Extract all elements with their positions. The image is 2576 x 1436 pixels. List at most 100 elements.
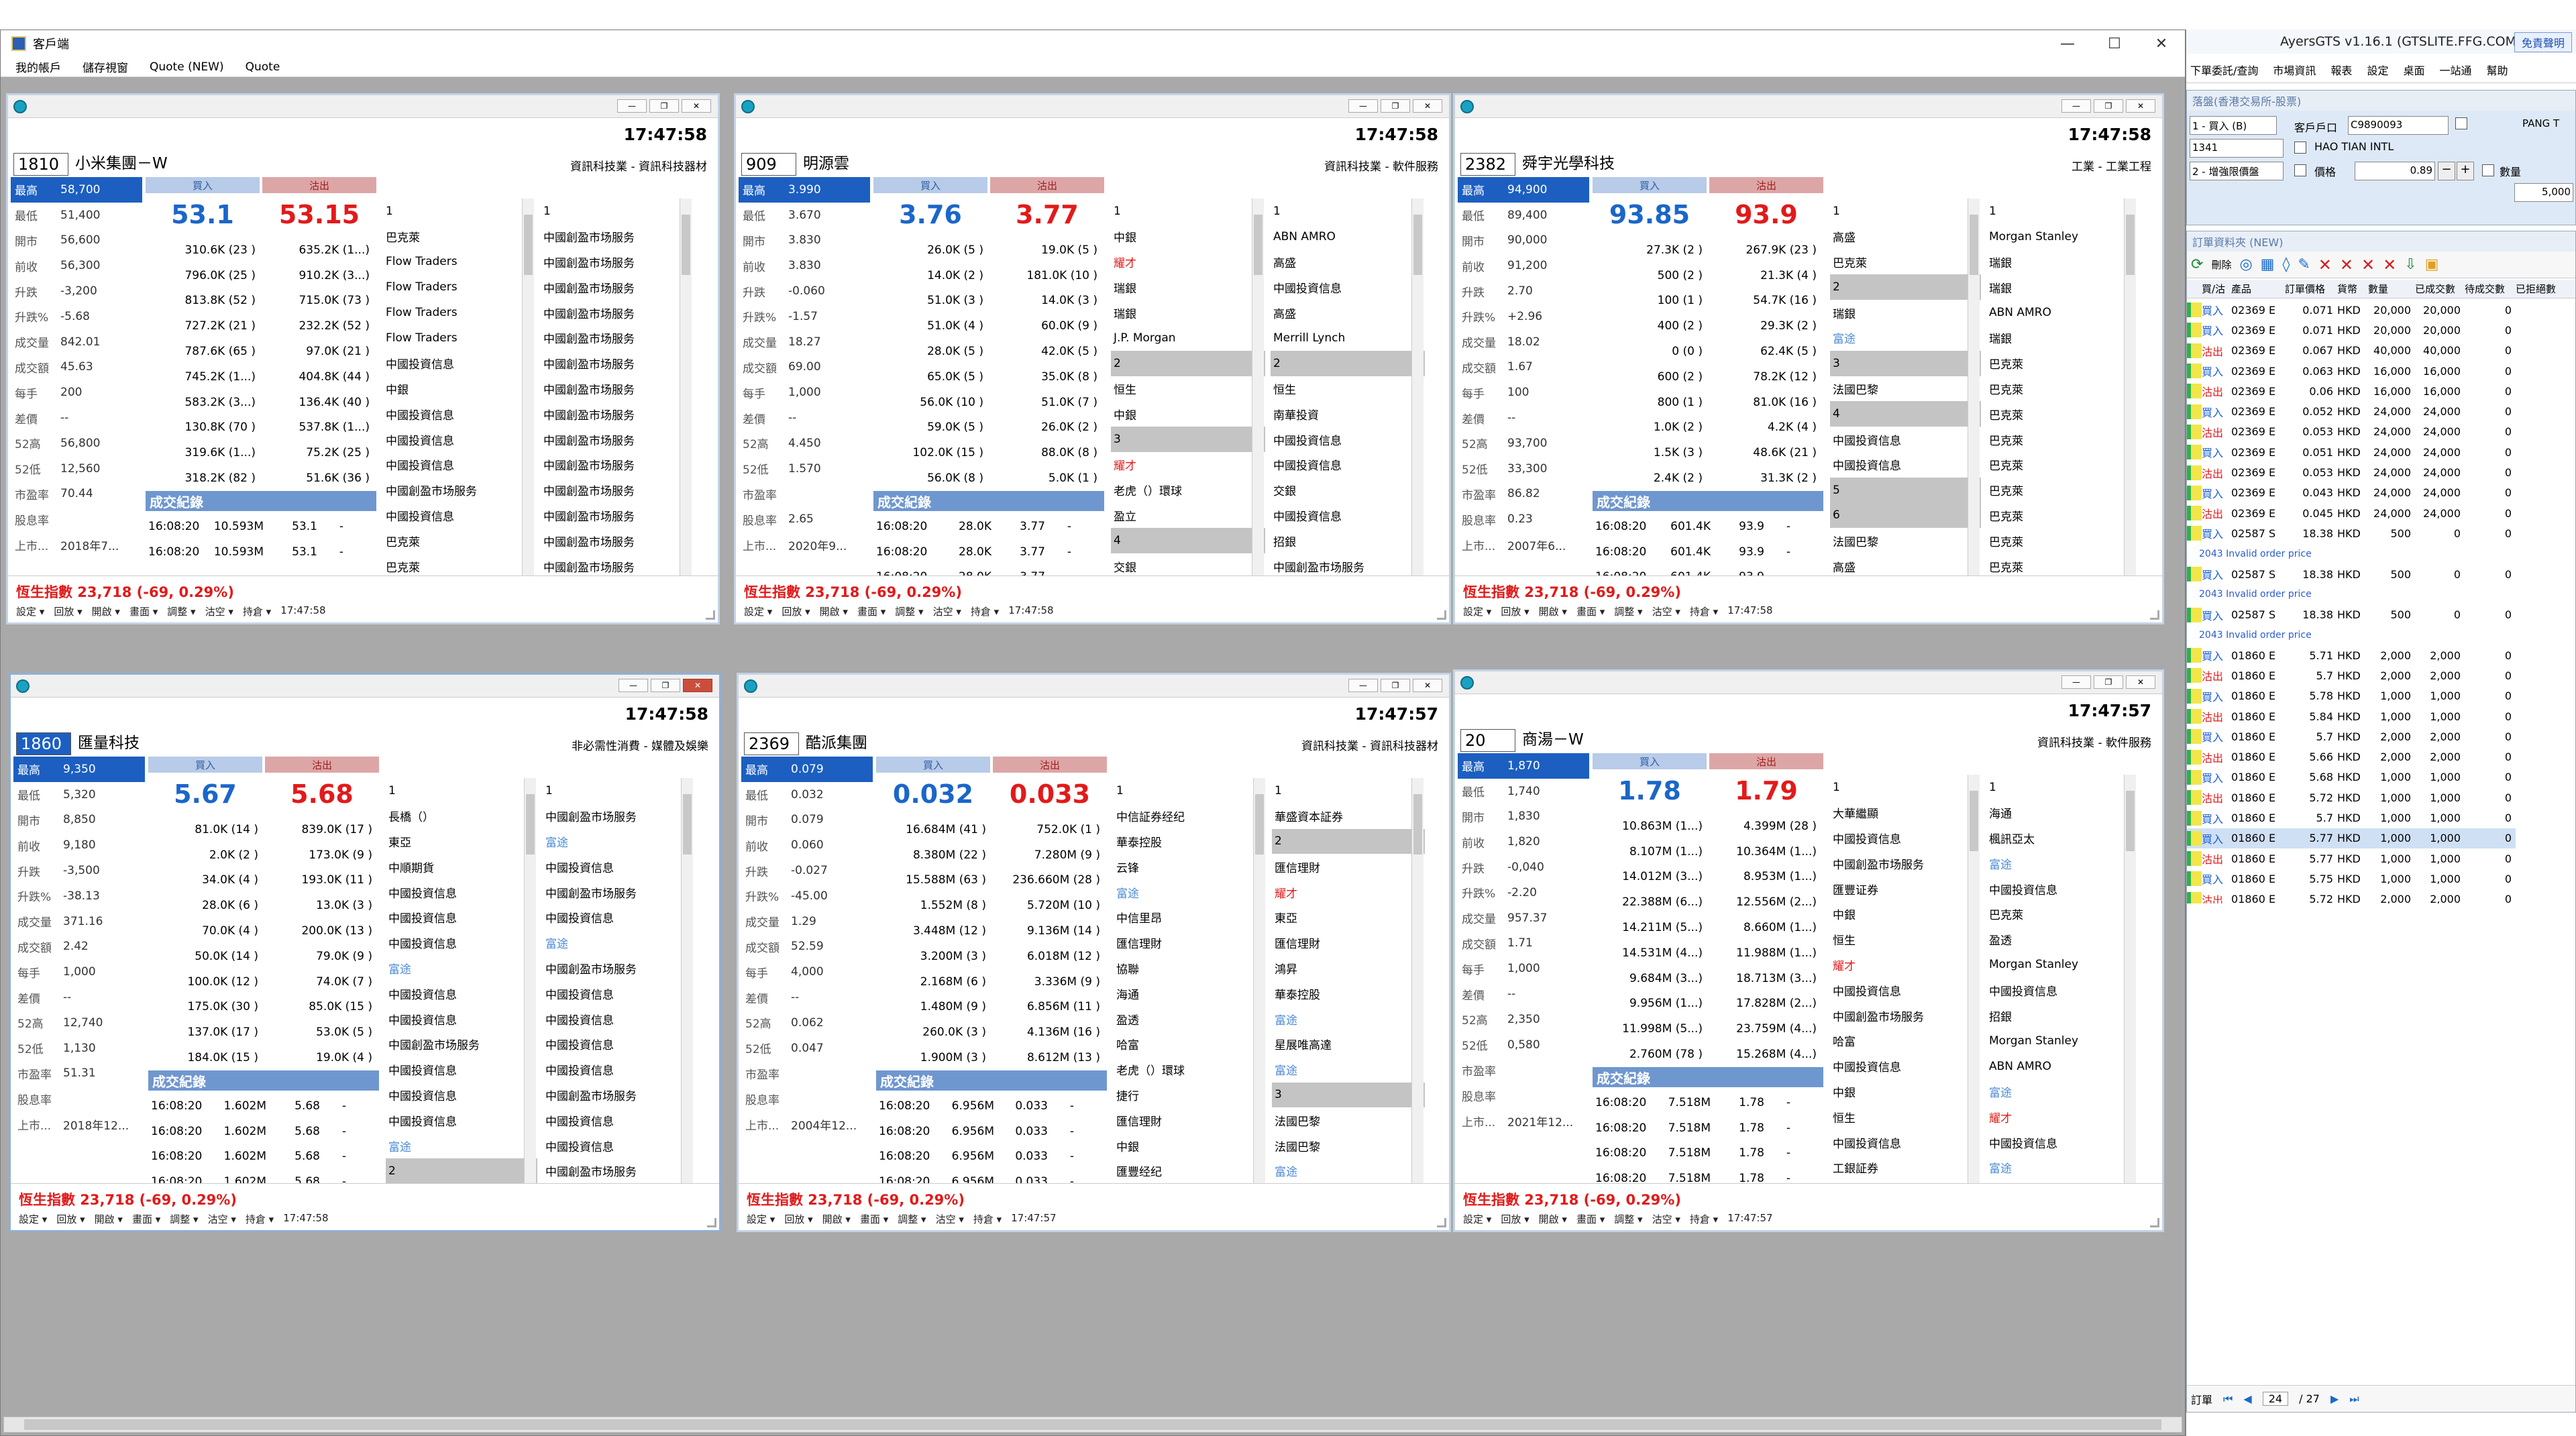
- broker-row[interactable]: 中國投資信息: [1986, 876, 2137, 901]
- broker-row[interactable]: 中國創盈市场服务: [541, 401, 693, 427]
- broker-row[interactable]: 中國投資信息: [543, 854, 694, 879]
- broker-row[interactable]: 高盛: [1271, 300, 1425, 325]
- broker-scrollbar[interactable]: [1968, 199, 1980, 575]
- broker-row[interactable]: 中國投資信息: [383, 401, 535, 427]
- broker-row[interactable]: 長橋（）: [386, 804, 537, 829]
- broker-row[interactable]: 交銀: [1271, 478, 1425, 503]
- order-row[interactable]: 買入 01860 E 5.77 HKD 1,000 1,000 0: [2187, 828, 2516, 849]
- broker-row[interactable]: 中國投資信息: [1271, 427, 1425, 452]
- cancel-buy-icon[interactable]: ✕: [2383, 256, 2396, 274]
- footer-tool[interactable]: 設定 ▾: [19, 1212, 47, 1226]
- broker-row[interactable]: 匯信理財: [1272, 854, 1425, 879]
- col-currency[interactable]: 貨幣: [2337, 282, 2368, 296]
- order-row[interactable]: 買入 02369 E 0.052 HKD 24,000 24,000 0: [2187, 401, 2516, 421]
- broker-row[interactable]: 恒生: [1830, 927, 1981, 952]
- broker-row[interactable]: 中國創盈市场服务: [541, 274, 693, 300]
- broker-row[interactable]: 中國創盈市场服务: [541, 427, 693, 452]
- broker-row[interactable]: 中國投資信息: [386, 905, 537, 930]
- order-row[interactable]: 沽出 01860 E 5.72 HKD 1,000 1,000 0: [2187, 787, 2516, 808]
- broker-row[interactable]: 瑞銀: [1111, 300, 1265, 325]
- maximize-button[interactable]: ❐: [651, 679, 680, 692]
- scroll-thumb[interactable]: [526, 794, 535, 854]
- broker-row[interactable]: 高盛: [1271, 250, 1425, 275]
- close-button[interactable]: ✕: [683, 679, 712, 692]
- side-menu-onestop[interactable]: 一站通: [2439, 62, 2471, 78]
- broker-row[interactable]: 中國創盈市场服务: [1271, 553, 1425, 575]
- bid-price[interactable]: 53.1: [146, 196, 260, 233]
- footer-tool[interactable]: 回放 ▾: [54, 604, 82, 618]
- broker-row[interactable]: 海通: [1986, 800, 2137, 826]
- broker-row[interactable]: 中國投資信息: [543, 981, 694, 1006]
- cancel-all-icon[interactable]: ✕: [2340, 256, 2353, 274]
- broker-row[interactable]: 中國創盈市场服务: [541, 300, 693, 325]
- broker-row[interactable]: 富途: [543, 930, 694, 956]
- minimize-button[interactable]: —: [2061, 675, 2091, 689]
- cancel-icon[interactable]: ✕: [2318, 256, 2332, 274]
- order-row[interactable]: 買入 01860 E 5.68 HKD 1,000 1,000 0: [2187, 767, 2516, 787]
- minimize-button[interactable]: —: [2044, 30, 2091, 57]
- broker-row[interactable]: 高盛: [1830, 553, 1981, 575]
- broker-row[interactable]: 瑞銀: [1111, 274, 1265, 300]
- col-rejected[interactable]: 已拒絕數: [2516, 282, 2565, 296]
- broker-row[interactable]: 中國投資信息: [1830, 1129, 1981, 1155]
- menu-my-account[interactable]: 我的帳戶: [15, 58, 61, 75]
- minimize-button[interactable]: —: [617, 99, 647, 113]
- scroll-thumb[interactable]: [683, 794, 692, 854]
- qty-input[interactable]: 5,000: [2514, 183, 2573, 202]
- side-menu-report[interactable]: 報表: [2330, 62, 2352, 78]
- ask-price[interactable]: 93.9: [1709, 196, 1823, 233]
- broker-row[interactable]: 中國投資信息: [543, 1006, 694, 1032]
- footer-tool[interactable]: 設定 ▾: [1463, 1212, 1491, 1226]
- broker-row[interactable]: 中國創盈市场服务: [1830, 850, 1981, 876]
- col-side[interactable]: 買/沽: [2202, 282, 2231, 296]
- broker-row[interactable]: 耀才: [1830, 952, 1981, 978]
- order-row[interactable]: 買入 02587 S 18.38 HKD 500 0 0: [2187, 523, 2516, 543]
- order-row[interactable]: 沽出 01860 E 5.72 HKD 2,000 2,000 0: [2187, 889, 2516, 903]
- ask-price[interactable]: 53.15: [262, 196, 376, 233]
- order-row[interactable]: 買入 01860 E 5.71 HKD 2,000 2,000 0: [2187, 645, 2516, 665]
- broker-scrollbar[interactable]: [1968, 775, 1980, 1183]
- broker-scrollbar[interactable]: [1411, 778, 1424, 1183]
- broker-row[interactable]: 盈透: [1986, 927, 2137, 952]
- scroll-thumb[interactable]: [2126, 791, 2135, 851]
- broker-row[interactable]: 1: [1830, 199, 1981, 224]
- ask-price[interactable]: 3.77: [990, 196, 1104, 233]
- broker-row[interactable]: 中國投資信息: [1986, 977, 2137, 1003]
- broker-row[interactable]: 盈立: [1111, 503, 1265, 529]
- ask-price[interactable]: 0.033: [993, 775, 1107, 813]
- broker-row[interactable]: 哈富: [1830, 1028, 1981, 1054]
- side-menu-market[interactable]: 市場資訊: [2273, 62, 2316, 78]
- footer-tool[interactable]: 設定 ▾: [747, 1212, 775, 1226]
- resize-grip[interactable]: [706, 610, 715, 620]
- broker-row[interactable]: 中銀: [1114, 1133, 1267, 1158]
- stock-code-input[interactable]: 2382: [1460, 153, 1515, 176]
- broker-row[interactable]: 巴克萊: [383, 553, 535, 575]
- scroll-thumb[interactable]: [682, 215, 690, 275]
- ask-price[interactable]: 5.68: [265, 775, 379, 813]
- broker-row[interactable]: 中國投資信息: [386, 1107, 537, 1133]
- broker-row[interactable]: 中銀: [383, 376, 535, 402]
- side-select[interactable]: 1 - 買入 (B): [2190, 116, 2277, 135]
- scroll-thumb[interactable]: [24, 1419, 2161, 1430]
- refresh-icon[interactable]: ⟳: [2191, 256, 2203, 273]
- broker-row[interactable]: 中國創盈市场服务: [541, 528, 693, 553]
- broker-row[interactable]: 中銀: [1830, 901, 1981, 927]
- broker-row[interactable]: 巴克萊: [1830, 250, 1981, 275]
- order-row[interactable]: 沽出 01860 E 5.7 HKD 2,000 2,000 0: [2187, 665, 2516, 685]
- price-up-button[interactable]: +: [2457, 162, 2474, 180]
- broker-row[interactable]: 華泰控股: [1272, 981, 1425, 1006]
- broker-row[interactable]: 富途: [386, 956, 537, 981]
- footer-tool[interactable]: 持倉 ▾: [971, 604, 999, 618]
- bid-price[interactable]: 1.78: [1593, 772, 1707, 810]
- resize-grip[interactable]: [2150, 1218, 2159, 1227]
- broker-row[interactable]: 中國投資信息: [1830, 826, 1981, 851]
- menu-quote[interactable]: Quote: [246, 60, 280, 74]
- broker-row[interactable]: 中國創盈市场服务: [541, 503, 693, 529]
- side-menu-order[interactable]: 下單委託/查詢: [2190, 62, 2258, 78]
- broker-row[interactable]: 1: [1830, 775, 1981, 800]
- broker-row[interactable]: 富途: [1272, 1057, 1425, 1083]
- broker-row[interactable]: 協聯: [1114, 956, 1267, 981]
- bid-price[interactable]: 5.67: [148, 775, 262, 813]
- maximize-button[interactable]: ❐: [649, 99, 679, 113]
- broker-row[interactable]: 中國投資信息: [543, 1032, 694, 1057]
